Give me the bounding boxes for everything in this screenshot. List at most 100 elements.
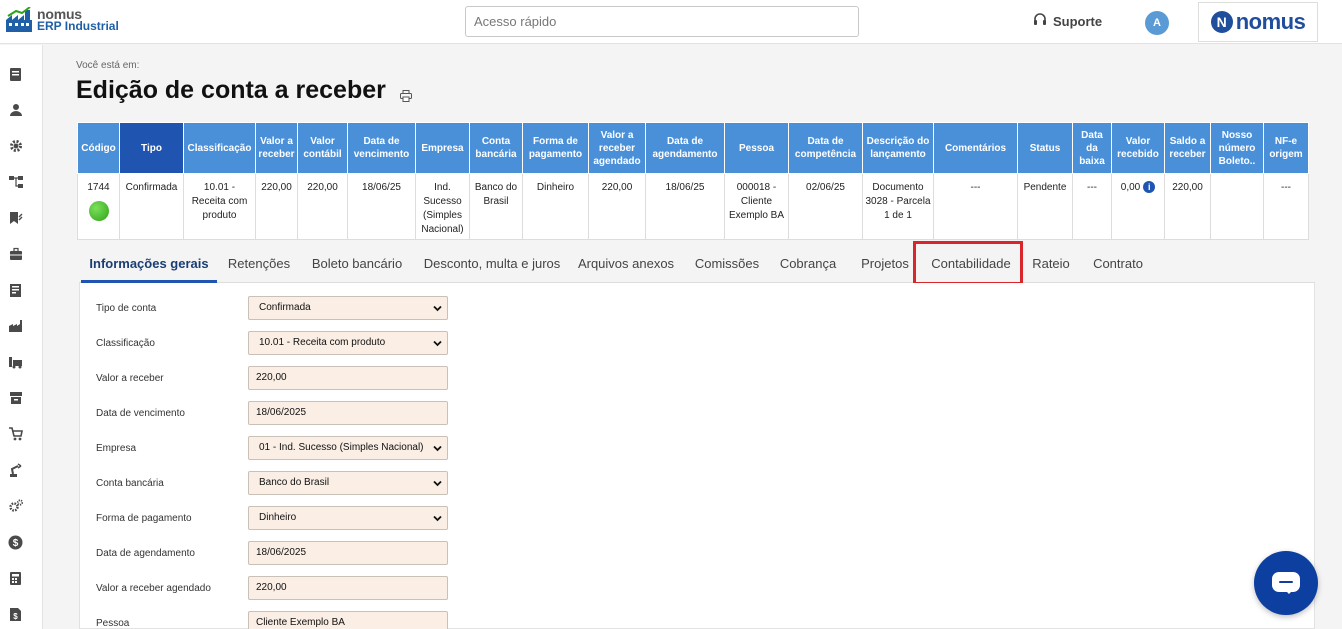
valor-recebido-value: 0,00: [1120, 182, 1141, 193]
data-agendamento-input[interactable]: 18/06/2025: [248, 541, 448, 565]
chevron-down-icon: [433, 480, 442, 487]
cell-valor-agendado: 220,00: [588, 173, 646, 240]
field-label: Valor a receber agendado: [96, 583, 211, 594]
chevron-down-icon: [433, 340, 442, 347]
calculator-icon[interactable]: [8, 571, 23, 586]
col-header[interactable]: Nosso número Boleto..: [1210, 122, 1264, 174]
col-header[interactable]: Data de agendamento: [645, 122, 725, 174]
tab-rateio[interactable]: Rateio: [1029, 250, 1073, 283]
tab-comissoes[interactable]: Comissões: [691, 250, 763, 283]
col-header[interactable]: Classificação: [183, 122, 256, 174]
invoice-icon[interactable]: $: [8, 607, 23, 622]
quick-access-input[interactable]: [465, 6, 859, 37]
gears-icon[interactable]: [8, 499, 23, 514]
conta-bancaria-select[interactable]: Banco do Brasil: [248, 471, 448, 495]
document-icon[interactable]: [8, 67, 23, 82]
archive-icon[interactable]: [8, 391, 23, 406]
status-dot-icon: [88, 201, 109, 221]
tab-retencoes[interactable]: Retenções: [222, 250, 296, 283]
col-header[interactable]: Tipo: [119, 122, 184, 174]
col-header[interactable]: Valor a receber agendado: [588, 122, 646, 174]
flow-icon[interactable]: [8, 175, 23, 190]
dollar-icon[interactable]: $: [8, 535, 23, 550]
col-header[interactable]: Status: [1017, 122, 1073, 174]
cell-comentarios: ---: [933, 173, 1018, 240]
col-header[interactable]: Comentários: [933, 122, 1018, 174]
col-header[interactable]: Data de vencimento: [347, 122, 416, 174]
chevron-down-icon: [433, 445, 442, 452]
cell-pessoa: 000018 - Cliente Exemplo BA: [724, 173, 789, 240]
brand-logo: N nomus: [1198, 2, 1318, 42]
truck-icon[interactable]: [8, 355, 23, 370]
cell-codigo: 1744: [77, 173, 120, 240]
robot-arm-icon[interactable]: [8, 463, 23, 478]
top-bar: nomus ERP Industrial Suporte A N nomus: [0, 0, 1342, 44]
field-label: Classificação: [96, 338, 155, 349]
forma-pagamento-select[interactable]: Dinheiro: [248, 506, 448, 530]
col-header[interactable]: Pessoa: [724, 122, 789, 174]
cell-empresa: Ind. Sucesso (Simples Nacional): [415, 173, 470, 240]
support-label: Suporte: [1053, 14, 1103, 29]
field-value: 01 - Ind. Sucesso (Simples Nacional): [259, 442, 424, 453]
cell-valor-contabil: 220,00: [297, 173, 348, 240]
valor-agendado-input[interactable]: 220,00: [248, 576, 448, 600]
tab-desconto-multa-juros[interactable]: Desconto, multa e juros: [421, 250, 563, 283]
valor-receber-input[interactable]: 220,00: [248, 366, 448, 390]
field-value: 10.01 - Receita com produto: [259, 337, 386, 348]
field-value: Confirmada: [259, 302, 311, 313]
field-label: Data de agendamento: [96, 548, 195, 559]
gear-icon[interactable]: [8, 139, 23, 154]
breadcrumb: Você está em:: [76, 60, 140, 71]
cell-saldo-receber: 220,00: [1164, 173, 1211, 240]
col-header[interactable]: Valor a receber: [255, 122, 298, 174]
col-header[interactable]: Saldo a receber: [1164, 122, 1211, 174]
col-header[interactable]: Conta bancária: [469, 122, 523, 174]
briefcase-icon[interactable]: [8, 247, 23, 262]
col-header[interactable]: Forma de pagamento: [522, 122, 589, 174]
factory-icon[interactable]: [8, 319, 23, 334]
user-icon[interactable]: [8, 103, 23, 118]
tab-bar: Informações gerais Retenções Boleto banc…: [79, 250, 1315, 283]
col-header[interactable]: Valor contábil: [297, 122, 348, 174]
tab-cobranca[interactable]: Cobrança: [776, 250, 840, 283]
tab-informacoes-gerais[interactable]: Informações gerais: [81, 250, 217, 283]
app-logo[interactable]: nomus ERP Industrial: [6, 6, 119, 33]
col-header[interactable]: Empresa: [415, 122, 470, 174]
cell-data-vencimento: 18/06/25: [347, 173, 416, 240]
cell-valor-receber: 220,00: [255, 173, 298, 240]
data-vencimento-input[interactable]: 18/06/2025: [248, 401, 448, 425]
cell-descricao: Documento 3028 - Parcela 1 de 1: [862, 173, 934, 240]
empresa-select[interactable]: 01 - Ind. Sucesso (Simples Nacional): [248, 436, 448, 460]
cell-nosso-numero: [1210, 173, 1264, 240]
chat-button[interactable]: [1254, 551, 1318, 615]
ledger-icon[interactable]: [8, 283, 23, 298]
cart-icon[interactable]: [8, 427, 23, 442]
tab-boleto-bancario[interactable]: Boleto bancário: [307, 250, 407, 283]
cell-valor-recebido: 0,00 i: [1111, 173, 1165, 240]
tab-projetos[interactable]: Projetos: [855, 250, 915, 283]
classificacao-select[interactable]: 10.01 - Receita com produto: [248, 331, 448, 355]
field-label: Tipo de conta: [96, 303, 157, 314]
svg-text:$: $: [13, 612, 18, 621]
col-header[interactable]: Código: [77, 122, 120, 174]
table-row[interactable]: 1744 Confirmada 10.01 - Receita com prod…: [77, 173, 1309, 240]
tab-highlight-box: [913, 241, 1023, 285]
tab-contrato[interactable]: Contrato: [1085, 250, 1151, 283]
col-header[interactable]: Data da baixa: [1072, 122, 1112, 174]
user-avatar[interactable]: A: [1145, 11, 1169, 35]
field-label: Pessoa: [96, 618, 130, 629]
general-info-form: Tipo de conta Confirmada Classificação 1…: [79, 283, 1315, 629]
pessoa-input[interactable]: Cliente Exemplo BA: [248, 611, 448, 629]
info-icon[interactable]: i: [1143, 181, 1156, 194]
chevron-down-icon: [433, 515, 442, 522]
factory-logo-icon: [6, 6, 32, 33]
tipo-conta-select[interactable]: Confirmada: [248, 296, 448, 320]
tab-arquivos-anexos[interactable]: Arquivos anexos: [575, 250, 677, 283]
col-header[interactable]: Valor recebido: [1111, 122, 1165, 174]
col-header[interactable]: NF-e origem: [1263, 122, 1309, 174]
book-icon[interactable]: [8, 211, 23, 226]
col-header[interactable]: Descrição do lançamento: [862, 122, 934, 174]
print-icon[interactable]: [400, 89, 412, 102]
col-header[interactable]: Data de competência: [788, 122, 863, 174]
support-button[interactable]: Suporte: [1033, 13, 1102, 30]
